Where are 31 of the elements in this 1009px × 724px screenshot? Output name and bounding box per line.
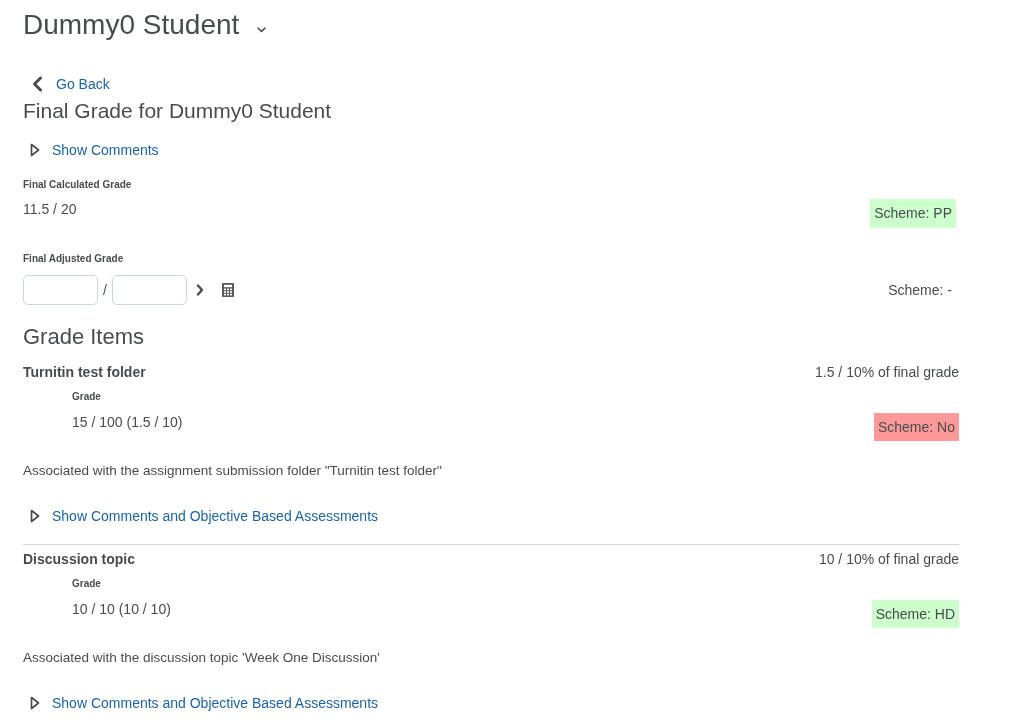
association-text: Associated with the assignment submission folder "Turnitin test folder" [23,461,442,480]
show-comments-toggle[interactable]: Show Comments and Objective Based Assessments [23,506,379,526]
grading-scheme-tag: Scheme: PP [870,199,956,228]
calculator-icon[interactable] [221,283,234,297]
grade-items-heading: Grade Items [23,323,145,351]
grading-scheme-tag: Scheme: No [873,413,959,441]
chevron-down-icon[interactable] [257,27,267,33]
fraction-slash: / [103,280,107,300]
grading-scheme-text: Scheme: - [888,281,952,300]
field-label: Final Adjusted Grade [23,251,124,266]
grade-item-name: Discussion topic [23,549,136,569]
grade-input-field[interactable] [23,275,98,305]
page-title: Dummy0 Student [23,8,240,42]
association-text: Associated with the discussion topic 'Week One Discussion' [23,648,380,667]
chevron-left-icon [32,76,43,92]
grade-value: 10 / 10 (10 / 10) [72,600,171,619]
grade-label: Grade [72,576,101,591]
grade-label: Grade [72,389,101,404]
field-label: Final Calculated Grade [23,177,132,192]
grade-item-name: Turnitin test folder [23,362,146,382]
go-back-link[interactable]: Go Back [23,74,110,94]
grade-value: 15 / 100 (1.5 / 10) [72,413,183,432]
show-comments-toggle[interactable]: Show Comments [23,140,159,160]
grading-scheme-tag: Scheme: HD [871,600,959,628]
show-comments-toggle[interactable]: Show Comments and Objective Based Assessments [23,693,379,713]
grade-weight-text: 10 / 10% of final grade [818,549,959,569]
calculated-grade-value: 11.5 / 20 [23,200,77,219]
grade-weight-text: 1.5 / 10% of final grade [815,362,959,382]
chevron-right-icon[interactable] [195,284,204,296]
grade-input-field[interactable] [111,275,187,305]
final-grade-heading: Final Grade for Dummy0 Student [23,98,332,124]
